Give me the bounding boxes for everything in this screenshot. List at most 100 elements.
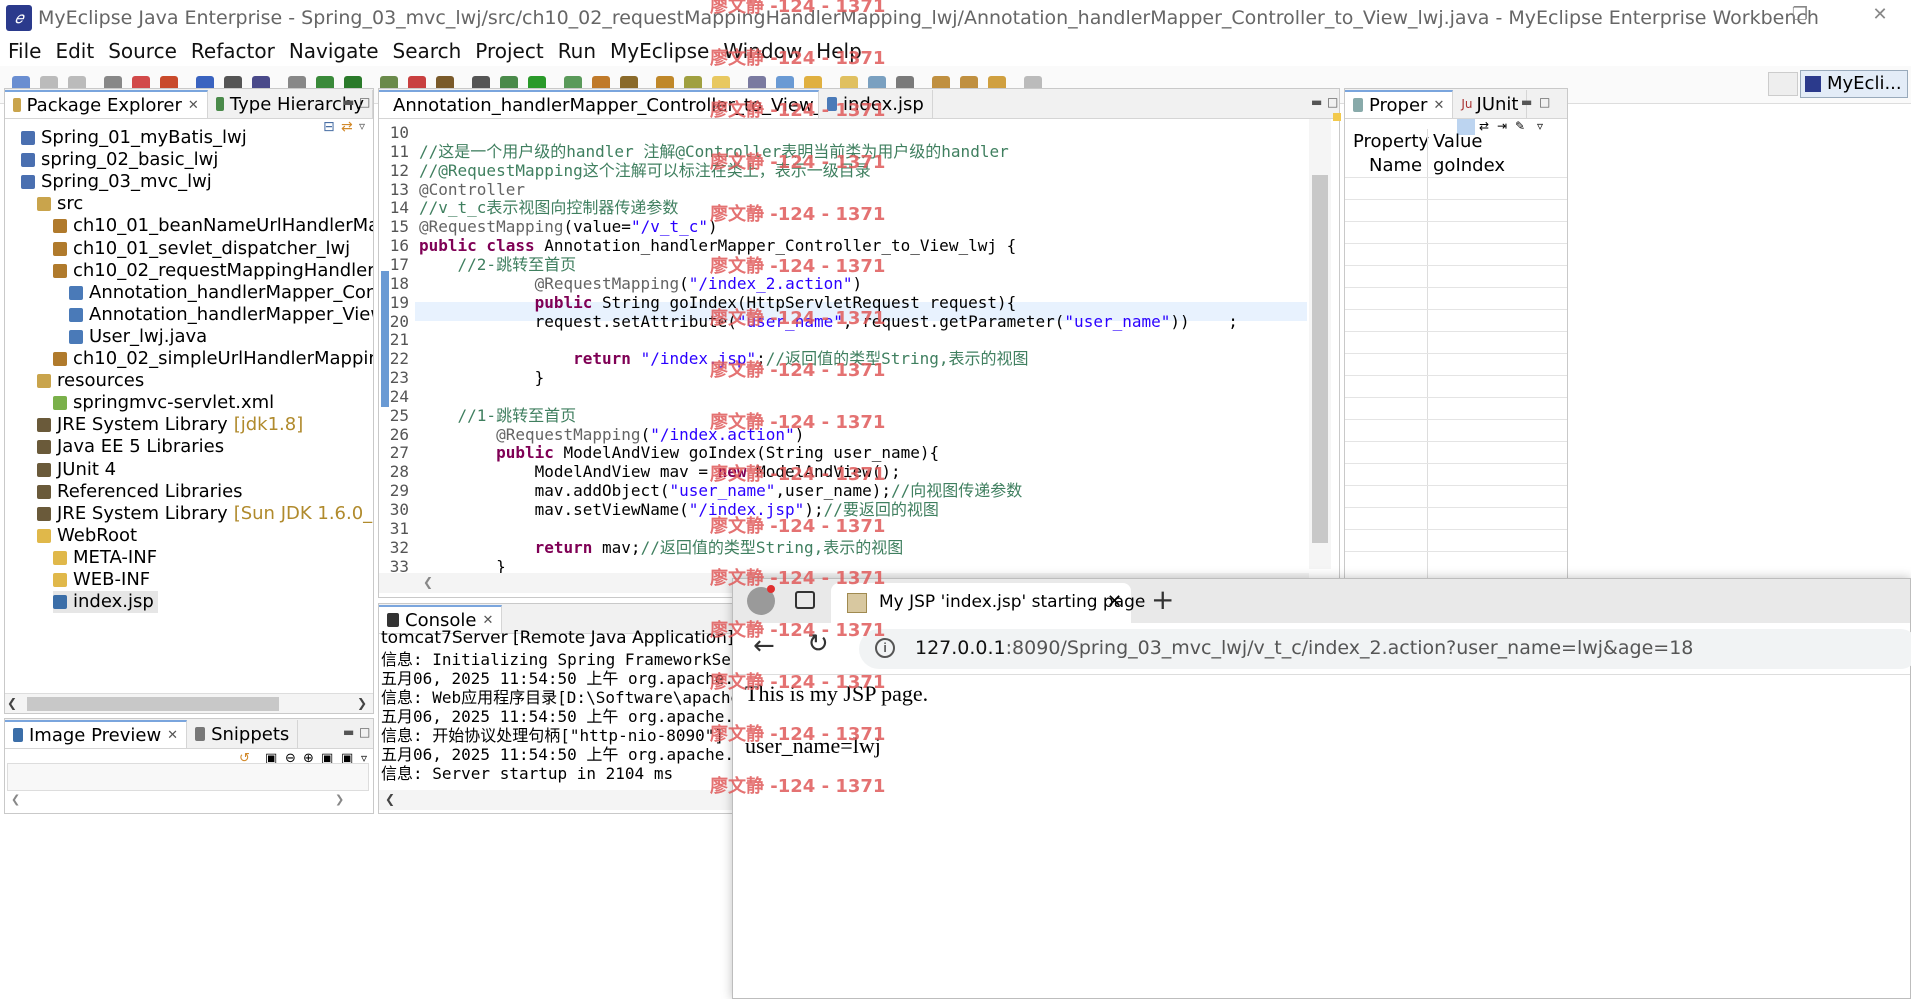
- tree-item[interactable]: Annotation_handlerMapper_View_to_Co: [69, 304, 373, 326]
- scroll-right-icon[interactable]: ❯: [335, 793, 344, 806]
- reload-icon[interactable]: ↻: [807, 629, 829, 659]
- minimize-icon[interactable]: ▬: [1311, 95, 1322, 109]
- library-icon: [37, 440, 51, 455]
- code-area[interactable]: 10 11 //这是一个用户级的handler 注解@Controller表明当前类…: [379, 119, 1309, 589]
- tree-item[interactable]: Spring_03_mvc_lwj: [21, 171, 212, 193]
- tree-item[interactable]: Java EE 5 Libraries: [37, 436, 224, 458]
- close-icon[interactable]: ✕: [188, 98, 199, 113]
- tab-properties[interactable]: Proper ✕: [1345, 90, 1454, 118]
- code-token: "user_name": [1064, 311, 1171, 331]
- code-token: (value=: [563, 217, 631, 237]
- maximize-icon[interactable]: □: [359, 95, 370, 109]
- console-horizontal-scrollbar[interactable]: ❮: [379, 790, 735, 810]
- tree-item[interactable]: JUnit 4: [37, 459, 116, 481]
- tree-item[interactable]: index.jsp: [53, 591, 158, 614]
- close-icon[interactable]: ✕: [1860, 4, 1900, 32]
- menu-help[interactable]: Help: [816, 39, 862, 63]
- tab-snippets[interactable]: Snippets: [187, 720, 299, 748]
- junit-icon: Ju: [1461, 97, 1473, 111]
- tab-actions-icon[interactable]: [795, 591, 815, 609]
- code-token: "/index.jsp": [640, 349, 757, 369]
- url-field[interactable]: i 127.0.0.1:8090/Spring_03_mvc_lwj/v_t_c…: [859, 629, 1911, 669]
- console-output[interactable]: 信息: Initializing Spring FrameworkServl 五月…: [381, 650, 735, 788]
- url-text: 127.0.0.1:8090/Spring_03_mvc_lwj/v_t_c/i…: [915, 637, 1693, 659]
- grid-line: [1345, 463, 1567, 464]
- minimize-icon[interactable]: ▬: [343, 95, 354, 109]
- code-token: ): [708, 217, 718, 237]
- grid-line: [1345, 353, 1567, 354]
- code-token: "/v_t_c": [630, 217, 708, 237]
- menu-window[interactable]: Window: [723, 39, 802, 63]
- tree-item[interactable]: ch10_01_sevlet_dispatcher_lwj: [53, 238, 350, 260]
- close-icon[interactable]: ✕: [482, 613, 493, 628]
- menu-file[interactable]: File: [8, 39, 41, 63]
- tab-editor-jsp[interactable]: index.jsp: [819, 90, 933, 118]
- code-token: //@RequestMapping这个注解可以标注在类上，表示一级目录: [419, 160, 871, 180]
- tree-item[interactable]: ch10_02_simpleUrlHandlerMapping_lwj: [53, 348, 373, 370]
- console-line: 五月06, 2025 11:54:50 上午 org.apache.cata: [381, 745, 735, 764]
- tree-item[interactable]: ch10_01_beanNameUrlHandlerMapping: [53, 215, 373, 237]
- new-tab-icon[interactable]: +: [1151, 583, 1174, 616]
- tab-junit[interactable]: Ju JUnit: [1453, 90, 1528, 118]
- tree-item[interactable]: META-INF: [53, 547, 157, 569]
- horizontal-scrollbar[interactable]: ❮ ❯: [5, 693, 373, 713]
- menu-project[interactable]: Project: [475, 39, 543, 63]
- scroll-thumb[interactable]: [27, 697, 279, 711]
- tree-item[interactable]: ch10_02_requestMappingHandlerMapping: [53, 260, 373, 282]
- restore-default-icon[interactable]: ✎: [1515, 119, 1525, 133]
- scroll-left-icon[interactable]: ❮: [11, 793, 20, 806]
- menu-myeclipse[interactable]: MyEclipse: [610, 39, 709, 63]
- scroll-left-icon[interactable]: ❮: [385, 792, 395, 806]
- restore-icon[interactable]: ❐: [1780, 4, 1820, 32]
- tab-image-preview[interactable]: Image Preview ✕: [5, 720, 188, 748]
- tree-item-label: Spring_01_myBatis_lwj: [41, 127, 247, 148]
- tree-item[interactable]: src: [37, 193, 83, 215]
- site-info-icon[interactable]: i: [875, 638, 895, 658]
- advanced-icon[interactable]: ⇥: [1497, 119, 1507, 133]
- tree-item[interactable]: springmvc-servlet.xml: [53, 392, 274, 414]
- maximize-icon[interactable]: □: [1539, 95, 1550, 109]
- maximize-icon[interactable]: □: [359, 725, 370, 739]
- tab-label: JUnit: [1476, 93, 1519, 115]
- property-value[interactable]: goIndex: [1433, 155, 1505, 176]
- menu-run[interactable]: Run: [558, 39, 596, 63]
- tab-package-explorer[interactable]: Package Explorer ✕: [5, 90, 208, 118]
- close-icon[interactable]: ✕: [167, 728, 178, 743]
- tree-item[interactable]: JRE System Library [jdk1.8]: [37, 414, 303, 436]
- tab-label: Package Explorer: [26, 94, 182, 116]
- menu-search[interactable]: Search: [393, 39, 462, 63]
- menu-refactor[interactable]: Refactor: [191, 39, 275, 63]
- browser-tab[interactable]: My JSP 'index.jsp' starting page ✕: [831, 583, 1145, 623]
- scroll-left-icon[interactable]: ❮: [7, 696, 17, 710]
- jsp-file-icon: [827, 97, 837, 111]
- tree-item[interactable]: spring_02_basic_lwj: [21, 149, 218, 171]
- view-menu-icon[interactable]: ▿: [1537, 119, 1543, 133]
- scroll-left-icon[interactable]: ❮: [423, 575, 433, 589]
- menu-source[interactable]: Source: [108, 39, 177, 63]
- back-icon[interactable]: ←: [753, 631, 775, 661]
- vertical-scrollbar[interactable]: [1309, 119, 1331, 569]
- package-tree: Spring_01_myBatis_lwj spring_02_basic_lwj…: [5, 127, 373, 687]
- menu-edit[interactable]: Edit: [55, 39, 94, 63]
- tree-item[interactable]: Annotation_handlerMapper_Controller_t: [69, 282, 373, 304]
- tree-item[interactable]: Referenced Libraries: [37, 481, 243, 503]
- tree-item[interactable]: User_lwj.java: [69, 326, 207, 348]
- tree-item[interactable]: WebRoot: [37, 525, 137, 547]
- scroll-right-icon[interactable]: ❯: [357, 696, 367, 710]
- line-number: 27: [389, 443, 409, 463]
- profile-avatar[interactable]: [747, 585, 775, 615]
- close-tab-icon[interactable]: ✕: [1107, 591, 1122, 612]
- tab-editor-java[interactable]: Annotation_handlerMapper_Controller_to_V…: [379, 90, 819, 118]
- maximize-icon[interactable]: □: [1327, 95, 1338, 109]
- line-number: 17: [389, 254, 409, 274]
- tree-item[interactable]: Spring_01_myBatis_lwj: [21, 127, 247, 149]
- minimize-icon[interactable]: ▬: [1521, 95, 1532, 109]
- menu-navigate[interactable]: Navigate: [289, 39, 379, 63]
- scroll-thumb[interactable]: [1312, 175, 1328, 543]
- tree-item[interactable]: JRE System Library[Sun JDK 1.6.0_13]: [37, 503, 373, 525]
- minimize-icon[interactable]: ▬: [343, 725, 354, 739]
- tree-item[interactable]: WEB-INF: [53, 569, 150, 591]
- close-icon[interactable]: ✕: [1433, 98, 1444, 113]
- tree-item[interactable]: resources: [37, 370, 144, 392]
